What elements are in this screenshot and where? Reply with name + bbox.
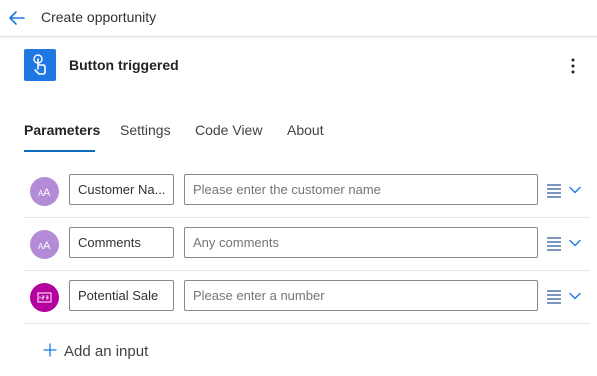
input-row-potential-sale: [24, 271, 590, 324]
trigger-title: Button triggered: [69, 57, 179, 73]
input-name-field[interactable]: [69, 174, 174, 205]
input-description-field[interactable]: [184, 280, 538, 311]
active-tab-indicator: [24, 150, 95, 152]
panel-header: Create opportunity: [0, 0, 597, 37]
add-input-label: Add an input: [64, 343, 149, 360]
input-description-field[interactable]: [184, 227, 538, 258]
page-title: Create opportunity: [41, 9, 157, 25]
options-menu-icon[interactable]: [546, 235, 562, 251]
back-arrow-icon[interactable]: [6, 7, 28, 29]
svg-text:A: A: [43, 187, 51, 199]
text-type-icon: A A: [30, 177, 59, 206]
number-type-icon: [30, 283, 59, 312]
input-row-comments: A A: [24, 218, 590, 271]
tab-parameters[interactable]: Parameters: [24, 122, 100, 138]
button-trigger-icon: [24, 49, 56, 81]
svg-text:A: A: [43, 240, 51, 252]
tab-settings[interactable]: Settings: [120, 122, 171, 138]
tab-about[interactable]: About: [287, 122, 324, 138]
input-name-field[interactable]: [69, 227, 174, 258]
more-options-icon[interactable]: [565, 56, 581, 76]
input-name-field[interactable]: [69, 280, 174, 311]
chevron-down-icon[interactable]: [568, 236, 582, 250]
input-description-field[interactable]: [184, 174, 538, 205]
options-menu-icon[interactable]: [546, 288, 562, 304]
input-row-customer-name: A A: [24, 165, 590, 218]
options-menu-icon[interactable]: [546, 182, 562, 198]
plus-icon: [42, 342, 58, 363]
chevron-down-icon[interactable]: [568, 183, 582, 197]
tab-code-view[interactable]: Code View: [195, 122, 262, 138]
chevron-down-icon[interactable]: [568, 289, 582, 303]
text-type-icon: A A: [30, 230, 59, 259]
